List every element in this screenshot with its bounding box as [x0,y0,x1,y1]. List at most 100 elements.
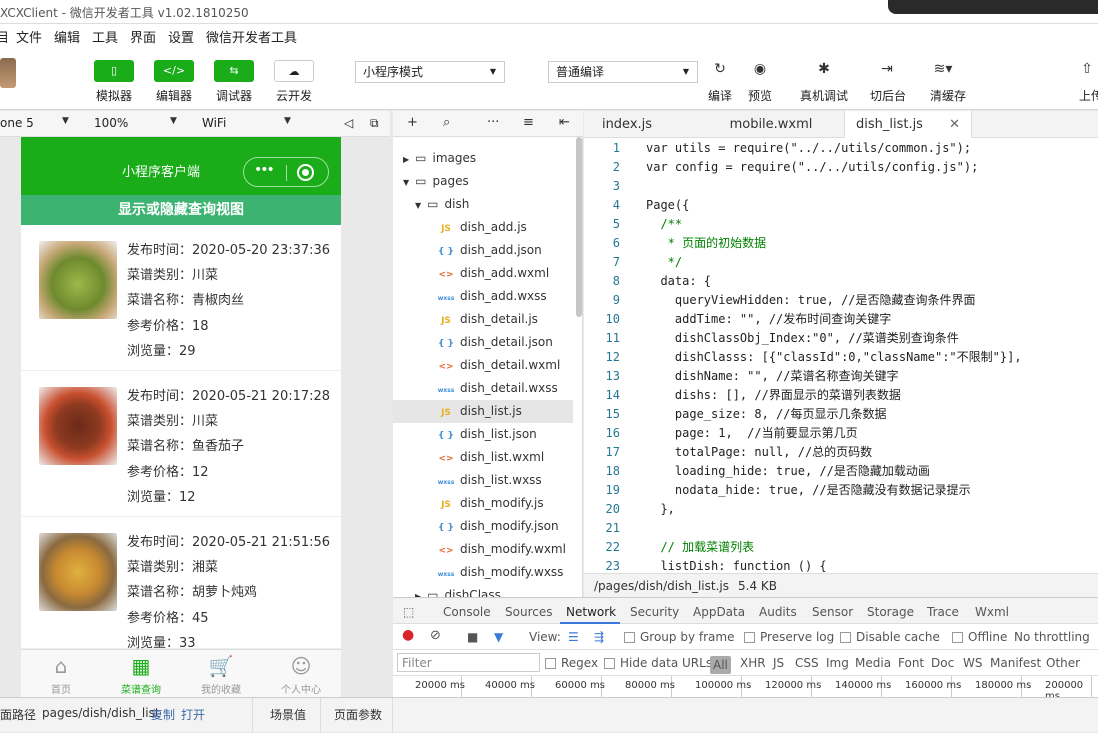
tab-appdata[interactable]: AppData [693,605,745,619]
tree-file[interactable]: wxss dish_detail.wxss [393,377,573,400]
code-line[interactable]: 16 page: 1, //当前要显示第几页 [584,424,1098,443]
type-filter-media[interactable]: Media [855,656,891,670]
scene-value-button[interactable]: 场景值 [270,706,306,723]
editor-toggle-button[interactable]: </> [154,60,194,82]
code-line[interactable]: 6 * 页面的初始数据 [584,234,1098,253]
tree-file[interactable]: { } dish_add.json [393,239,573,262]
close-icon[interactable]: ✕ [949,117,960,132]
tree-file[interactable]: wxss dish_list.wxss [393,469,573,492]
background-label[interactable]: 切后台 [866,87,910,104]
type-filter-doc[interactable]: Doc [931,656,954,670]
tree-file[interactable]: { } dish_detail.json [393,331,573,354]
tree-file[interactable]: JS dish_modify.js [393,492,573,515]
inspect-icon[interactable]: ⬚ [403,605,414,619]
compile-label[interactable]: 编译 [704,87,736,104]
tree-file[interactable]: <> dish_add.wxml [393,262,573,285]
open-link[interactable]: 打开 [181,706,205,723]
code-line[interactable]: 3 [584,177,1098,196]
code-line[interactable]: 5 /** [584,215,1098,234]
tab-network[interactable]: Network [566,605,616,619]
refresh-icon[interactable]: ↻ [705,61,735,81]
add-icon[interactable]: + [407,115,418,130]
device-model-select[interactable]: one 5 [0,116,34,130]
code-line[interactable]: 17 totalPage: null, //总的页码数 [584,443,1098,462]
tab-dish-list-js[interactable]: dish_list.js ✕ [844,111,972,138]
tree-file[interactable]: wxss dish_modify.wxss [393,561,573,584]
dish-list-item[interactable]: 发布时间：2020-05-21 21:51:56 菜谱类别：湘菜 菜谱名称：胡萝… [21,517,341,651]
code-line[interactable]: 18 loading_hide: true, //是否隐藏加载动画 [584,462,1098,481]
chevron-right-icon[interactable]: ▶ [403,155,409,164]
list-view-icon[interactable]: ☰ [568,630,579,644]
group-by-frame-checkbox[interactable]: Group by frame [624,630,734,644]
tab-audits[interactable]: Audits [759,605,797,619]
dish-list-item[interactable]: 发布时间：2020-05-20 23:37:36 菜谱类别：川菜 菜谱名称：青椒… [21,225,341,371]
code-line[interactable]: 8 data: { [584,272,1098,291]
tree-file[interactable]: <> dish_modify.wxml [393,538,573,561]
tab-sources[interactable]: Sources [505,605,552,619]
camera-icon[interactable]: ■ [467,630,478,644]
sort-icon[interactable]: ≡ [523,115,534,130]
real-device-debug-label[interactable]: 真机调试 [796,87,852,104]
mode-select[interactable]: 小程序模式 ▼ [355,61,505,83]
code-line[interactable]: 14 dishs: [], //界面显示的菜谱列表数据 [584,386,1098,405]
mute-icon[interactable]: ◁ [344,116,353,130]
code-line[interactable]: 21 [584,519,1098,538]
tree-folder[interactable]: ▶ ▭ images [393,147,573,170]
tab-dish-query[interactable]: ▦ 菜谱查询 [101,650,181,697]
tree-file[interactable]: wxss dish_add.wxss [393,285,573,308]
type-filter-other[interactable]: Other [1046,656,1080,670]
menu-item-view[interactable]: 界面 [130,27,156,46]
code-line[interactable]: 22 // 加载菜谱列表 [584,538,1098,557]
popout-icon[interactable]: ⧉ [370,116,379,131]
tree-file[interactable]: { } dish_list.json [393,423,573,446]
filter-input[interactable]: Filter [397,653,540,672]
tree-file[interactable]: <> dish_detail.wxml [393,354,573,377]
menu-item-wechat-devtools[interactable]: 微信开发者工具 [206,27,297,46]
explorer-scrollbar[interactable] [576,137,582,317]
tab-profile[interactable]: ☺ 个人中心 [261,650,341,697]
debugger-toggle-button[interactable]: ⇆ [214,60,254,82]
code-lines[interactable]: 1 var utils = require("../../utils/common… [584,138,1098,572]
type-filter-css[interactable]: CSS [795,656,819,670]
tree-file[interactable]: JS dish_list.js [393,400,573,423]
menu-item-settings[interactable]: 设置 [168,27,194,46]
menu-item-project[interactable]: 目 [0,27,9,46]
menu-item-edit[interactable]: 编辑 [54,27,80,46]
tab-console[interactable]: Console [443,605,491,619]
throttling-select[interactable]: No throttling [1014,630,1090,644]
tab-storage[interactable]: Storage [867,605,914,619]
tab-index-js[interactable]: index.js [584,111,670,138]
regex-checkbox[interactable]: Regex [545,656,598,670]
type-filter-manifest[interactable]: Manifest [990,656,1041,670]
clear-icon[interactable]: ⊘ [430,628,441,643]
tab-sensor[interactable]: Sensor [812,605,853,619]
offline-checkbox[interactable]: Offline [952,630,1007,644]
hide-data-urls-checkbox[interactable]: Hide data URLs [604,656,712,670]
toggle-query-view-button[interactable]: 显示或隐藏查询视图 [21,195,341,225]
tree-file[interactable]: <> dish_list.wxml [393,446,573,469]
disable-cache-checkbox[interactable]: Disable cache [840,630,940,644]
tree-file[interactable]: { } dish_modify.json [393,515,573,538]
switch-background-icon[interactable]: ⇥ [872,61,902,81]
avatar[interactable] [0,58,16,88]
more-icon[interactable]: ··· [487,115,499,130]
tab-security[interactable]: Security [630,605,679,619]
type-filter-font[interactable]: Font [898,656,924,670]
code-line[interactable]: 4 Page({ [584,196,1098,215]
tab-mobile-wxml[interactable]: mobile.wxml [714,111,828,138]
tab-wxml[interactable]: Wxml [975,605,1009,619]
clear-cache-label[interactable]: 清缓存 [926,87,970,104]
cloud-dev-button[interactable]: ☁ [274,60,314,82]
tree-folder[interactable]: ▼ ▭ dish [393,193,573,216]
upload-icon[interactable]: ⇧ [1072,61,1098,81]
upload-label[interactable]: 上传 [1076,87,1098,104]
waterfall-icon[interactable]: ⇶ [594,630,604,644]
chevron-down-icon[interactable]: ▼ [415,201,421,210]
type-filter-js[interactable]: JS [773,656,784,670]
tree-file[interactable]: JS dish_detail.js [393,308,573,331]
simulator-toggle-button[interactable]: ▯ [94,60,134,82]
code-line[interactable]: 7 */ [584,253,1098,272]
preserve-log-checkbox[interactable]: Preserve log [744,630,834,644]
collapse-icon[interactable]: ⇤ [559,115,570,130]
capsule-menu[interactable]: ••• [243,157,329,187]
